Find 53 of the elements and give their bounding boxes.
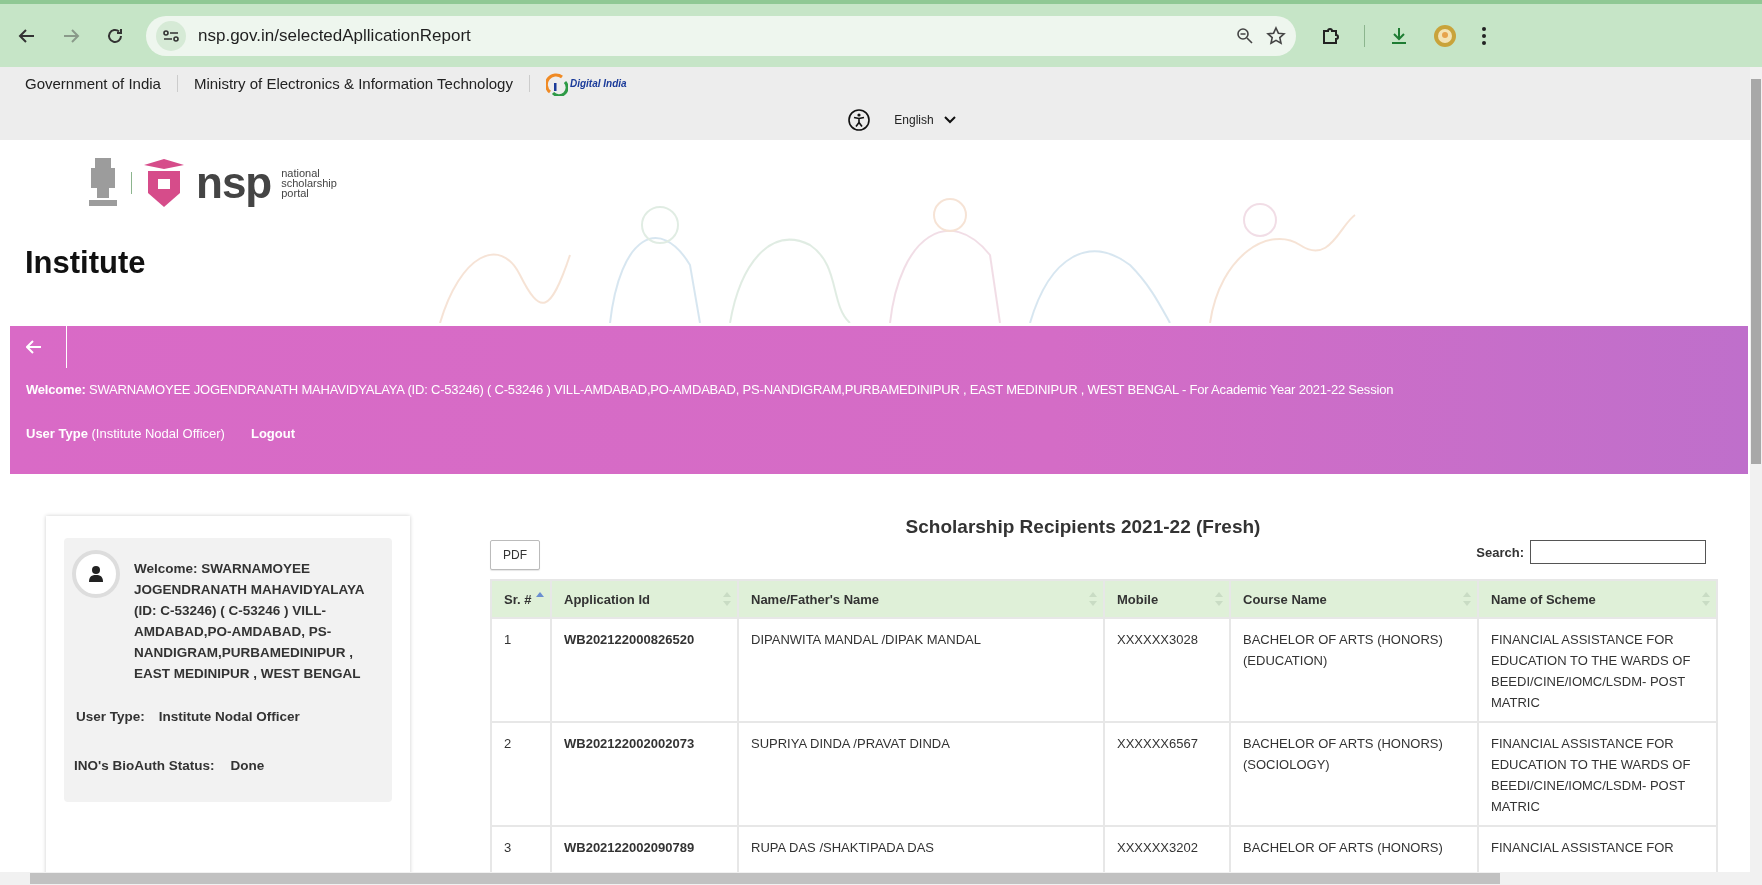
gov-link[interactable]: Ministry of Electronics & Information Technology bbox=[193, 75, 530, 92]
forward-arrow-icon bbox=[62, 26, 80, 45]
table-cell: FINANCIAL ASSISTANCE FOR EDUCATION TO THE WARDS OF BEEDI/CINE/IOMC/LSDM- POST MATRIC bbox=[1478, 722, 1717, 826]
address-bar[interactable]: nsp.gov.in/selectedApllicationReport bbox=[146, 15, 1296, 56]
table-cell: DIPANWITA MANDAL /DIPAK MANDAL bbox=[738, 618, 1104, 722]
download-icon[interactable] bbox=[1389, 25, 1409, 46]
user-type-value: Institute Nodal Officer bbox=[158, 708, 300, 726]
search-field[interactable] bbox=[1530, 540, 1706, 564]
table-cell: 2 bbox=[491, 722, 551, 826]
profile-welcome-text: Welcome: SWARNAMOYEE JOGENDRANATH MAHAVIDYALAYA (ID: C-53246) ( C-53246 ) VILL-AMDABAD,PO-AMDABAD, PS-NANDIGRAM,PURBAMEDINIPUR , EAST MEDINIPUR , WEST BENGAL bbox=[134, 560, 366, 683]
table-cell: SUPRIYA DINDA /PRAVAT DINDA bbox=[738, 722, 1104, 826]
chevron-down-icon bbox=[943, 116, 956, 124]
logo-text: nsp bbox=[196, 160, 272, 205]
column-header[interactable]: Mobile bbox=[1104, 580, 1230, 618]
horizontal-scrollbar[interactable] bbox=[0, 872, 1750, 885]
pdf-button[interactable]: PDF bbox=[490, 540, 540, 570]
table-cell: FINANCIAL ASSISTANCE FOR EDUCATION TO THE WARDS OF BEEDI/CINE/IOMC/LSDM- POST MATRIC bbox=[1478, 618, 1717, 722]
gov-link[interactable]: Government of India bbox=[25, 75, 178, 92]
table-cell: BACHELOR OF ARTS (HONORS) (SOCIOLOGY) bbox=[1230, 722, 1478, 826]
user-type-label: User Type: bbox=[76, 708, 145, 726]
column-header[interactable]: Application Id bbox=[551, 580, 738, 618]
language-dropdown[interactable]: English bbox=[888, 112, 962, 128]
search-label: Search: bbox=[1476, 544, 1524, 560]
table-cell: 1 bbox=[491, 618, 551, 722]
bioauth-label: INO's BioAuth Status: bbox=[74, 757, 215, 775]
table-cell: WB202122000826520 bbox=[551, 618, 738, 722]
table-cell: XXXXXX6567 bbox=[1104, 722, 1230, 826]
welcome-text: Welcome: SWARNAMOYEE JOGENDRANATH MAHAVIDYALAYA (ID: C-53246) ( C-53246 ) VILL-AMDABAD,PO-AMDABAD, PS-NANDIGRAM,PURBAMEDINIPUR , EAST MEDINIPUR , WEST BENGAL - For Academic Year 2021-22 Session bbox=[25, 382, 1395, 397]
user-avatar-icon bbox=[72, 550, 120, 598]
page-title: Institute bbox=[25, 245, 147, 281]
back-arrow-icon bbox=[18, 26, 36, 45]
table-cell: XXXXXX3028 bbox=[1104, 618, 1230, 722]
back-arrow-icon bbox=[26, 340, 42, 354]
zoom-out-icon[interactable] bbox=[1236, 26, 1254, 45]
logo-tagline: national scholarship portal bbox=[281, 167, 337, 198]
column-header[interactable]: Course Name bbox=[1230, 580, 1478, 618]
reload-icon bbox=[106, 26, 124, 45]
column-header[interactable]: Name of Scheme bbox=[1478, 580, 1717, 618]
bioauth-value: Done bbox=[230, 757, 265, 775]
extensions-icon[interactable] bbox=[1320, 25, 1340, 46]
report-title: Scholarship Recipients 2021-22 (Fresh) bbox=[904, 516, 1262, 538]
accessibility-icon[interactable] bbox=[848, 109, 871, 131]
table-cell: BACHELOR OF ARTS (HONORS) (EDUCATION) bbox=[1230, 618, 1478, 722]
site-settings-icon[interactable] bbox=[156, 20, 186, 51]
column-header[interactable]: Name/Father's Name bbox=[738, 580, 1104, 618]
table-cell: WB202122002002073 bbox=[551, 722, 738, 826]
column-header[interactable]: Sr. # bbox=[491, 580, 551, 618]
user-type-text: User Type (Institute Nodal Officer) bbox=[26, 426, 225, 441]
menu-icon[interactable] bbox=[1481, 25, 1487, 46]
bookmark-star-icon[interactable] bbox=[1266, 25, 1286, 46]
digital-india-logo: Digital India bbox=[545, 71, 627, 96]
vertical-scrollbar[interactable] bbox=[1750, 67, 1762, 885]
url-text: nsp.gov.in/selectedApllicationReport bbox=[198, 25, 472, 46]
